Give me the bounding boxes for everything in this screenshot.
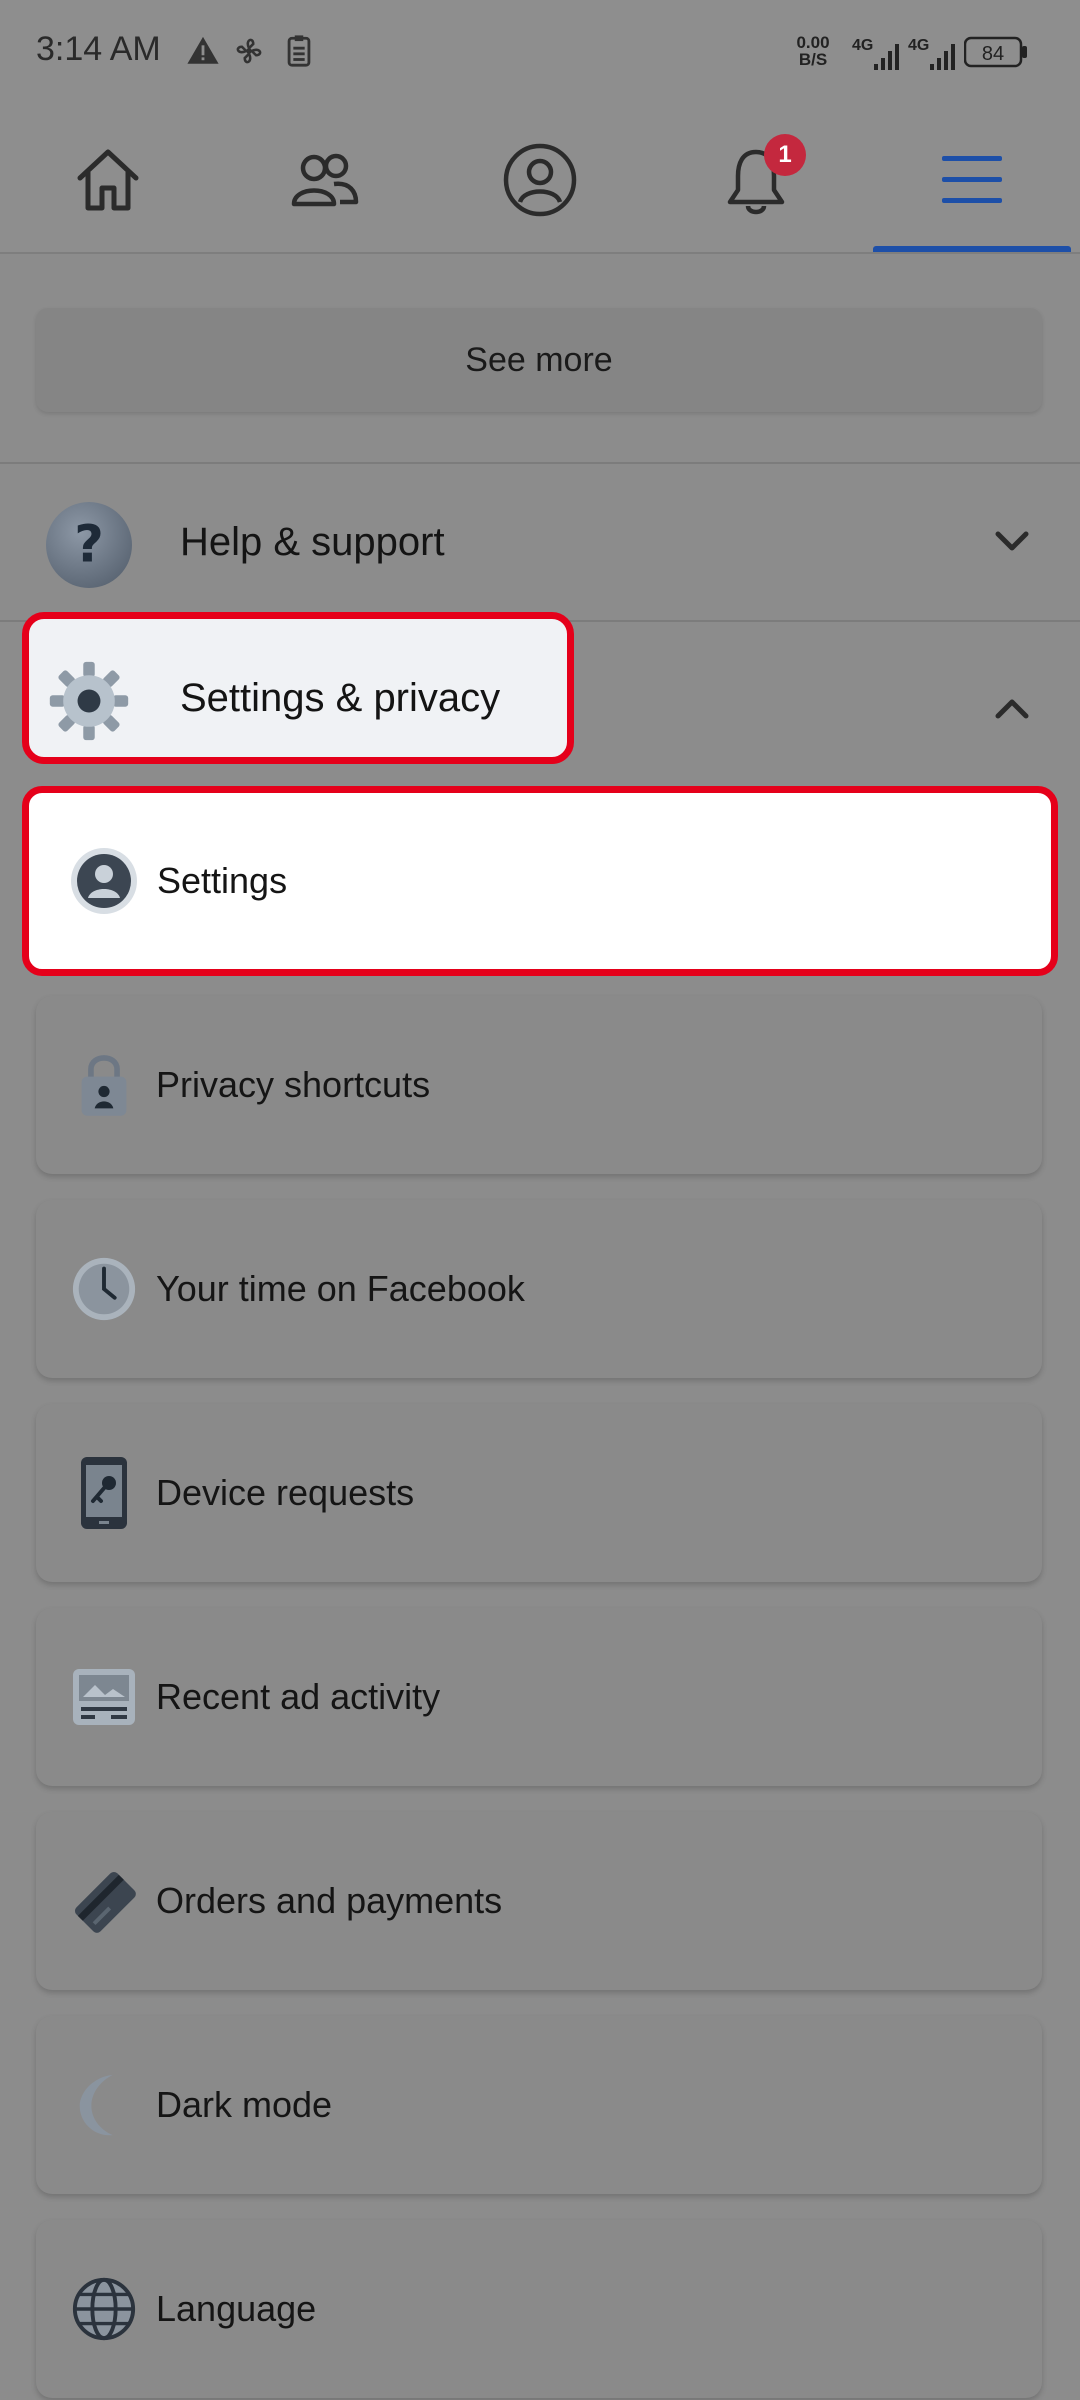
ad-icon <box>66 1652 142 1742</box>
active-tab-indicator <box>873 246 1071 252</box>
svg-text:4G: 4G <box>852 37 873 54</box>
nav-home[interactable] <box>8 108 208 252</box>
status-bar: 3:14 AM 0.00 B/S 4G 4G 84 <box>0 0 1080 108</box>
language-item[interactable]: Language <box>36 2220 1042 2398</box>
fan-icon <box>236 38 262 64</box>
help-support-label: Help & support <box>180 520 445 564</box>
recent-ad-activity-item[interactable]: Recent ad activity <box>36 1608 1042 1786</box>
chevron-down-icon <box>995 531 1029 551</box>
settings-privacy-label: Settings & privacy <box>180 676 501 720</box>
globe-icon <box>66 2264 142 2354</box>
recent-ad-activity-label: Recent ad activity <box>156 1676 441 1717</box>
dark-mode-label: Dark mode <box>156 2084 333 2125</box>
profile-icon <box>503 143 577 217</box>
see-more-button[interactable]: See more <box>36 308 1042 412</box>
divider <box>0 462 1080 464</box>
battery-icon: 84 <box>964 36 1027 68</box>
nav-notifications[interactable] <box>656 108 856 252</box>
signal-icon-2: 4G <box>908 37 955 70</box>
clock-icon <box>66 1244 142 1334</box>
status-time: 3:14 AM <box>36 30 161 68</box>
notification-badge: 1 <box>764 134 806 176</box>
question-icon: ? <box>46 502 132 588</box>
help-support-row[interactable]: ? Help & support <box>0 468 1080 618</box>
language-label: Language <box>156 2288 317 2329</box>
svg-text:?: ? <box>74 516 104 575</box>
dark-mode-item[interactable]: Dark mode <box>36 2016 1042 2194</box>
menu-icon <box>942 156 1002 203</box>
your-time-item[interactable]: Your time on Facebook <box>36 1200 1042 1378</box>
orders-payments-label: Orders and payments <box>156 1880 503 1921</box>
privacy-shortcuts-label: Privacy shortcuts <box>156 1064 431 1105</box>
gear-icon <box>46 658 132 744</box>
phone-key-icon <box>66 1448 142 1538</box>
friends-icon <box>291 153 359 207</box>
svg-text:4G: 4G <box>908 37 929 54</box>
signal-icon: 4G <box>852 37 899 70</box>
chevron-up-icon <box>995 699 1029 719</box>
lock-icon <box>66 1040 142 1130</box>
warning-icon <box>187 36 219 64</box>
net-speed: 0.00 B/S <box>796 33 830 69</box>
svg-text:84: 84 <box>982 43 1004 65</box>
nav-menu[interactable] <box>872 108 1072 252</box>
orders-payments-item[interactable]: Orders and payments <box>36 1812 1042 1990</box>
device-requests-label: Device requests <box>156 1472 415 1513</box>
nav-friends[interactable] <box>224 108 424 252</box>
user-circle-icon <box>67 843 141 919</box>
top-nav <box>0 108 1080 254</box>
clipboard-icon <box>287 35 311 67</box>
your-time-label: Your time on Facebook <box>156 1268 525 1309</box>
home-icon <box>77 149 139 211</box>
moon-icon <box>66 2060 142 2150</box>
device-requests-item[interactable]: Device requests <box>36 1404 1042 1582</box>
card-icon <box>66 1856 142 1946</box>
nav-profile[interactable] <box>440 108 640 252</box>
privacy-shortcuts-item[interactable]: Privacy shortcuts <box>36 996 1042 1174</box>
settings-item[interactable]: Settings <box>22 786 1058 976</box>
settings-item-label: Settings <box>157 860 288 901</box>
settings-privacy-row[interactable]: Settings & privacy <box>0 612 1080 776</box>
